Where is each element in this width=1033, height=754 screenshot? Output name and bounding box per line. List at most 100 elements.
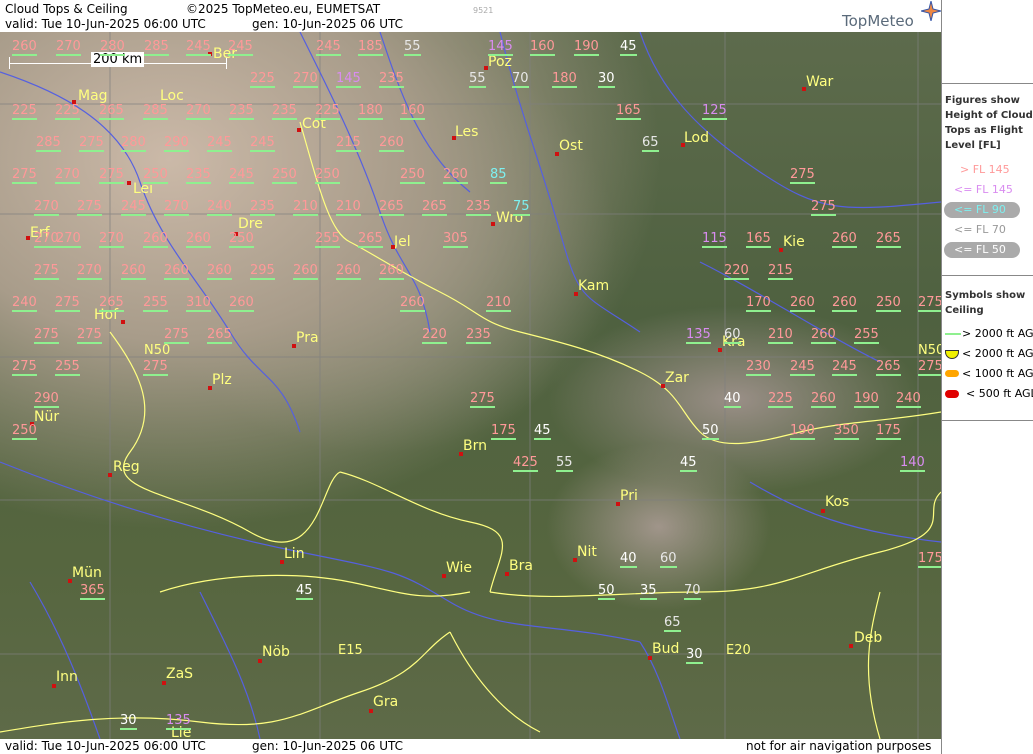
- cloud-top-value: 220: [422, 327, 447, 344]
- city-marker-dot: [162, 681, 166, 685]
- cloud-top-value: 40: [724, 391, 741, 408]
- cloud-top-value: 170: [746, 295, 771, 312]
- cloud-top-value: 50: [598, 583, 615, 600]
- city-marker-dot: [491, 222, 495, 226]
- cloud-top-value: 180: [552, 71, 577, 88]
- grid-label-lon: E15: [338, 643, 363, 658]
- cloud-top-value: 210: [768, 327, 793, 344]
- cloud-top-value: 245: [121, 199, 146, 216]
- cloud-top-value: 255: [315, 231, 340, 248]
- legend-ceiling-item: < 500 ft AGL: [942, 385, 1033, 403]
- cloud-top-value: 275: [470, 391, 495, 408]
- cloud-top-value: 260: [293, 263, 318, 280]
- city-label: Les: [455, 124, 479, 140]
- cloud-top-value: 275: [79, 135, 104, 152]
- legend-heading-ceiling: Symbols show Ceiling: [945, 290, 1026, 316]
- cloud-top-value: 275: [143, 359, 168, 376]
- cloud-top-value: 260: [379, 263, 404, 280]
- cloud-top-value: 280: [100, 39, 125, 56]
- topmeteo-logo[interactable]: TopMeteo: [842, 12, 914, 30]
- cloud-top-value: 30: [598, 71, 615, 88]
- cloud-top-value: 225: [250, 71, 275, 88]
- city-label: Wie: [446, 560, 473, 576]
- scale-bar: 200 km: [9, 52, 227, 69]
- cloud-top-value: 250: [229, 231, 254, 248]
- legend-fl-item: <= FL 90: [942, 201, 1033, 221]
- cloud-top-value: 70: [512, 71, 529, 88]
- city-label: Poz: [488, 54, 512, 70]
- city-marker-dot: [292, 344, 296, 348]
- city-marker-dot: [258, 659, 262, 663]
- cloud-top-value: 265: [99, 295, 124, 312]
- city-label: Pri: [620, 488, 638, 504]
- city-label: Kam: [578, 278, 610, 294]
- cloud-top-value: 55: [404, 39, 421, 56]
- cloud-top-value: 190: [854, 391, 879, 408]
- cloud-top-value: 265: [876, 231, 901, 248]
- city-label: Ost: [559, 138, 583, 154]
- city-label: Deb: [854, 630, 883, 646]
- cloud-top-value: 245: [832, 359, 857, 376]
- cloud-top-value: 245: [229, 167, 254, 184]
- cloud-top-value: 175: [918, 551, 941, 568]
- cloud-top-value: 260: [207, 263, 232, 280]
- copyright-text: ©2025 TopMeteo.eu, EUMETSAT: [186, 2, 381, 16]
- cloud-top-value: 270: [77, 263, 102, 280]
- cloud-top-value: 255: [854, 327, 879, 344]
- legend-fl-item: > FL 145: [960, 163, 1010, 176]
- cloud-top-value: 220: [724, 263, 749, 280]
- city-label: ZaS: [166, 666, 194, 682]
- city-marker-dot: [718, 348, 722, 352]
- valid-time: valid: Tue 10-Jun-2025 06:00 UTC: [5, 17, 206, 31]
- city-marker-dot: [661, 384, 665, 388]
- cloud-top-value: 245: [186, 39, 211, 56]
- cloud-top-value: 260: [379, 135, 404, 152]
- cloud-top-value: 265: [207, 327, 232, 344]
- cloud-top-value: 190: [574, 39, 599, 56]
- cloud-top-value: 35: [640, 583, 657, 600]
- city-label: Dre: [238, 216, 263, 232]
- city-label: Plz: [212, 372, 232, 388]
- city-marker-dot: [26, 236, 30, 240]
- cloud-top-value: 115: [702, 231, 727, 248]
- cloud-top-value: 60: [724, 327, 741, 344]
- city-label: Gra: [373, 694, 399, 710]
- cloud-top-value: 275: [77, 199, 102, 216]
- cloud-top-value: 285: [143, 103, 168, 120]
- city-label: Jel: [394, 234, 411, 250]
- cloud-top-value: 60: [660, 551, 677, 568]
- cloud-top-value: 265: [876, 359, 901, 376]
- city-marker-dot: [648, 656, 652, 660]
- cloud-top-value: 135: [686, 327, 711, 344]
- city-label: Lin: [284, 546, 305, 562]
- cloud-top-value: 260: [164, 263, 189, 280]
- cloud-top-value: 65: [642, 135, 659, 152]
- city-marker-dot: [459, 452, 463, 456]
- cloud-top-value: 225: [768, 391, 793, 408]
- city-label: Nit: [577, 544, 597, 560]
- cloud-top-value: 250: [876, 295, 901, 312]
- city-label: Zar: [665, 370, 689, 386]
- cloud-top-value: 285: [144, 39, 169, 56]
- cloud-top-value: 275: [12, 167, 37, 184]
- cloud-top-value: 245: [790, 359, 815, 376]
- city-marker-dot: [574, 292, 578, 296]
- grid-label-lat: N50: [144, 343, 171, 358]
- cloud-top-value: 260: [229, 295, 254, 312]
- cloud-top-value: 185: [358, 39, 383, 56]
- city-marker-dot: [52, 684, 56, 688]
- cloud-top-value: 180: [358, 103, 383, 120]
- cloud-top-value: 250: [400, 167, 425, 184]
- cloud-top-value: 235: [466, 199, 491, 216]
- map-view[interactable]: 200 km N50 N50 E15 E20 Ber Poz War Mag Loc Co…: [0, 32, 941, 739]
- city-marker-dot: [779, 248, 783, 252]
- cloud-top-value: 260: [143, 231, 168, 248]
- cloud-top-value: 270: [55, 167, 80, 184]
- city-marker-dot: [555, 152, 559, 156]
- generated-time: gen: 10-Jun-2025 06 UTC: [252, 17, 404, 31]
- city-marker-dot: [442, 574, 446, 578]
- cloud-top-value: 265: [422, 199, 447, 216]
- cloud-top-value: 30: [686, 647, 703, 664]
- cloud-top-value: 260: [121, 263, 146, 280]
- cloud-top-value: 270: [99, 231, 124, 248]
